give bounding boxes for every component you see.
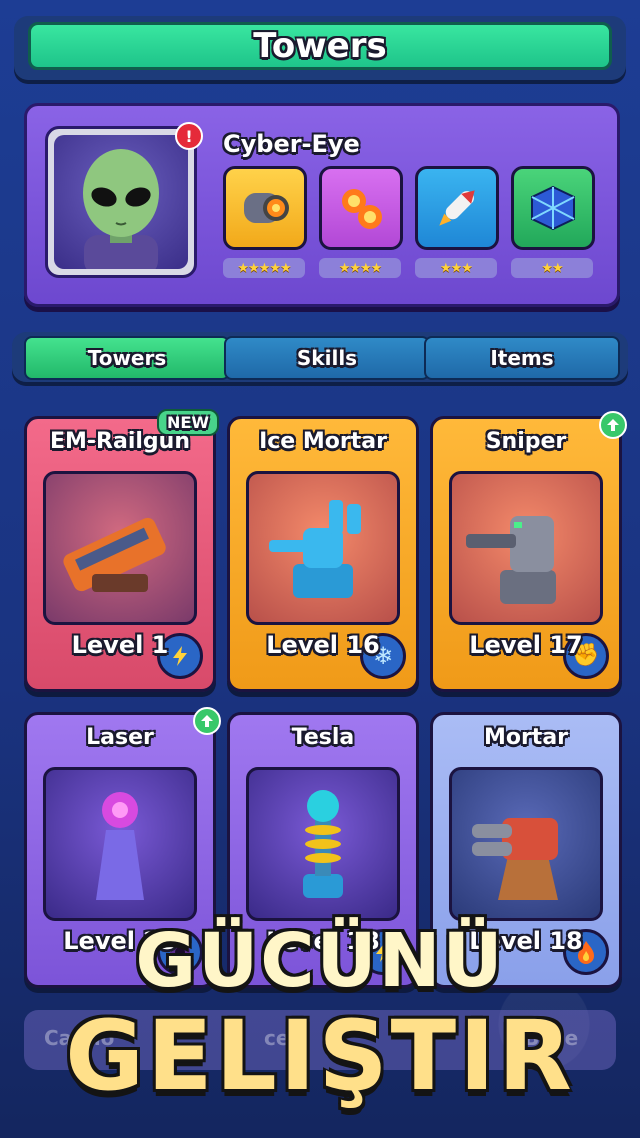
skill-stars: ★★★	[415, 258, 497, 278]
tower-level: Level 17	[469, 631, 583, 659]
skill-slot[interactable]: ★★★★★	[223, 166, 307, 278]
tower-art	[43, 767, 197, 921]
fireballs-icon	[342, 189, 382, 229]
hero-panel: ! Cyber-Eye ★★★★★ ★★★★ ★★★ ★★	[24, 103, 620, 307]
skill-icon-box	[415, 166, 499, 250]
skill-icon-box	[223, 166, 307, 250]
skill-stars: ★★★★★	[223, 258, 305, 278]
tower-card-ice-mortar[interactable]: Ice Mortar ❄ Level 16	[227, 416, 419, 692]
cannon-turret-icon	[244, 193, 289, 223]
tower-art	[449, 767, 603, 921]
tower-art	[246, 471, 400, 625]
skill-stars: ★★	[511, 258, 593, 278]
skill-icon-box	[319, 166, 403, 250]
alert-badge: !	[175, 122, 203, 150]
skill-slot[interactable]: ★★	[511, 166, 595, 278]
tower-level: Level 16	[266, 631, 380, 659]
tower-card-em-railgun[interactable]: NEW EM-Railgun Level 1	[24, 409, 219, 692]
tower-name: EM-Railgun	[50, 429, 190, 454]
tower-art	[449, 471, 603, 625]
blue-crate-icon	[531, 185, 575, 231]
tesla-coil-icon	[303, 790, 343, 898]
tower-name: Mortar	[483, 725, 569, 750]
tower-art	[43, 471, 197, 625]
title-plate: Towers	[28, 22, 612, 70]
tab-towers[interactable]: Towers	[24, 336, 230, 380]
skill-icon-box	[511, 166, 595, 250]
hero-skills: ★★★★★ ★★★★ ★★★ ★★	[223, 166, 595, 278]
hero-portrait[interactable]	[45, 126, 197, 278]
skill-slot[interactable]: ★★★★	[319, 166, 403, 278]
title-bar: Towers	[14, 16, 626, 80]
skill-slot[interactable]: ★★★	[415, 166, 499, 278]
alien-icon	[83, 149, 159, 275]
mortar-icon	[472, 818, 558, 900]
promo-line-1: GÜCÜNÜ	[135, 918, 505, 1004]
tower-card-sniper[interactable]: Sniper ✊ Level 17	[430, 411, 627, 692]
promo-line-2: GELIŞTIR	[65, 1000, 575, 1112]
tower-name: Ice Mortar	[259, 429, 387, 454]
tower-art	[246, 767, 400, 921]
tab-items[interactable]: Items	[424, 336, 620, 380]
alien-avatar	[54, 135, 188, 275]
railgun-icon	[63, 517, 166, 592]
tower-level: Level 1	[71, 631, 169, 659]
sniper-icon	[466, 516, 556, 604]
tab-skills[interactable]: Skills	[224, 336, 430, 380]
rocket-icon	[439, 190, 475, 226]
skill-stars: ★★★★	[319, 258, 401, 278]
tower-name: Laser	[86, 725, 154, 750]
tower-name: Tesla	[291, 725, 355, 750]
hero-name: Cyber-Eye	[223, 130, 360, 158]
tab-bar: Towers Skills Items	[12, 332, 628, 382]
laser-tower-icon	[96, 792, 144, 900]
tower-name: Sniper	[485, 429, 567, 454]
ice-mortar-icon	[269, 500, 361, 598]
page-title: Towers	[253, 26, 387, 66]
